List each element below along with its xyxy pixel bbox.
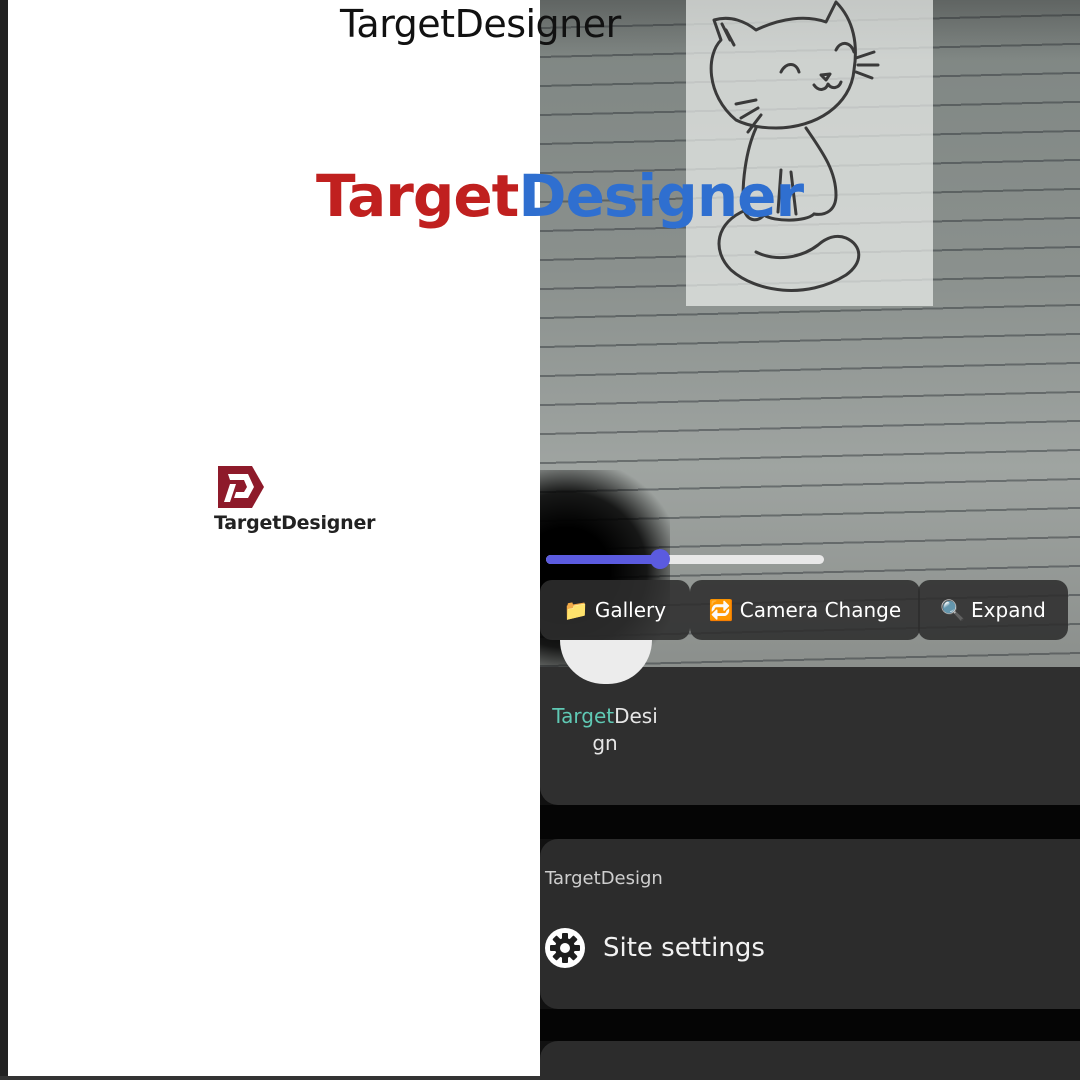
gear-icon — [545, 928, 585, 968]
next-card — [540, 1041, 1080, 1080]
slider-fill — [546, 555, 660, 564]
cat-drawing-icon — [709, 0, 880, 292]
site-origin: TargetDesign — [545, 868, 663, 889]
camera-preview[interactable] — [540, 0, 1080, 667]
zoom-slider[interactable] — [546, 549, 826, 569]
hero-title-part2: Designer — [518, 162, 804, 230]
expand-button[interactable]: 🔍 Expand — [918, 580, 1068, 640]
site-settings-item[interactable]: Site settings — [544, 926, 765, 970]
camera-change-label: Camera Change — [739, 598, 902, 622]
expand-label: Expand — [971, 598, 1046, 622]
gallery-button[interactable]: 📁 Gallery — [540, 580, 690, 640]
app-shortcut-label[interactable]: TargetDesign — [550, 703, 660, 757]
sheet-divider — [540, 805, 1080, 839]
left-edge — [0, 0, 8, 1080]
camera-switch-icon: 🔁 — [708, 598, 734, 622]
camera-change-button[interactable]: 🔁 Camera Change — [690, 580, 920, 640]
folder-icon: 📁 — [563, 598, 589, 622]
targetdesigner-logo-icon — [218, 466, 264, 508]
magnifier-icon: 🔍 — [940, 598, 966, 622]
site-info-card — [540, 839, 1080, 1009]
app-title: TargetDesigner — [340, 2, 621, 46]
overlay-cat-drawing[interactable] — [686, 0, 933, 306]
hero-title: TargetDesigner — [316, 162, 804, 230]
sheet-divider-2 — [540, 1009, 1080, 1041]
site-settings-label: Site settings — [603, 933, 765, 963]
hero-title-part1: Target — [316, 162, 519, 230]
gallery-label: Gallery — [594, 598, 667, 622]
splash-logo-text: TargetDesigner — [214, 512, 376, 534]
bottom-edge — [0, 1076, 540, 1080]
slider-thumb[interactable] — [650, 549, 670, 569]
